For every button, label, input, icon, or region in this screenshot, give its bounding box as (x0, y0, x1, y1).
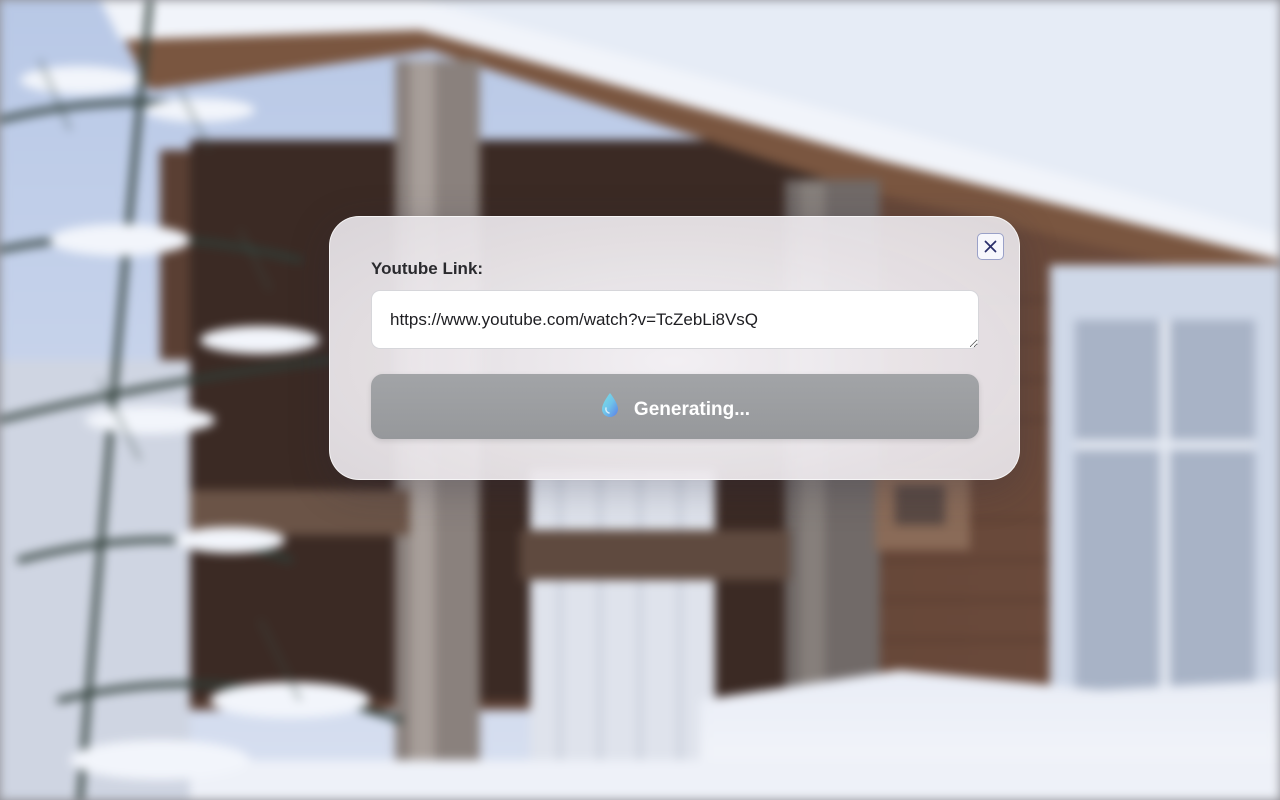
close-button[interactable] (977, 233, 1004, 260)
youtube-link-label: Youtube Link: (371, 259, 484, 278)
close-icon (984, 240, 997, 253)
generate-button[interactable]: Generating... (371, 374, 979, 439)
youtube-url-input[interactable]: https://www.youtube.com/watch?v=TcZebLi8… (371, 290, 979, 349)
generate-label: Generating... (633, 398, 751, 420)
water-drop-icon (601, 392, 618, 417)
background-photo: Youtube Link: https://www.youtube.com/wa… (0, 0, 1280, 800)
youtube-link-modal: Youtube Link: https://www.youtube.com/wa… (329, 216, 1020, 480)
